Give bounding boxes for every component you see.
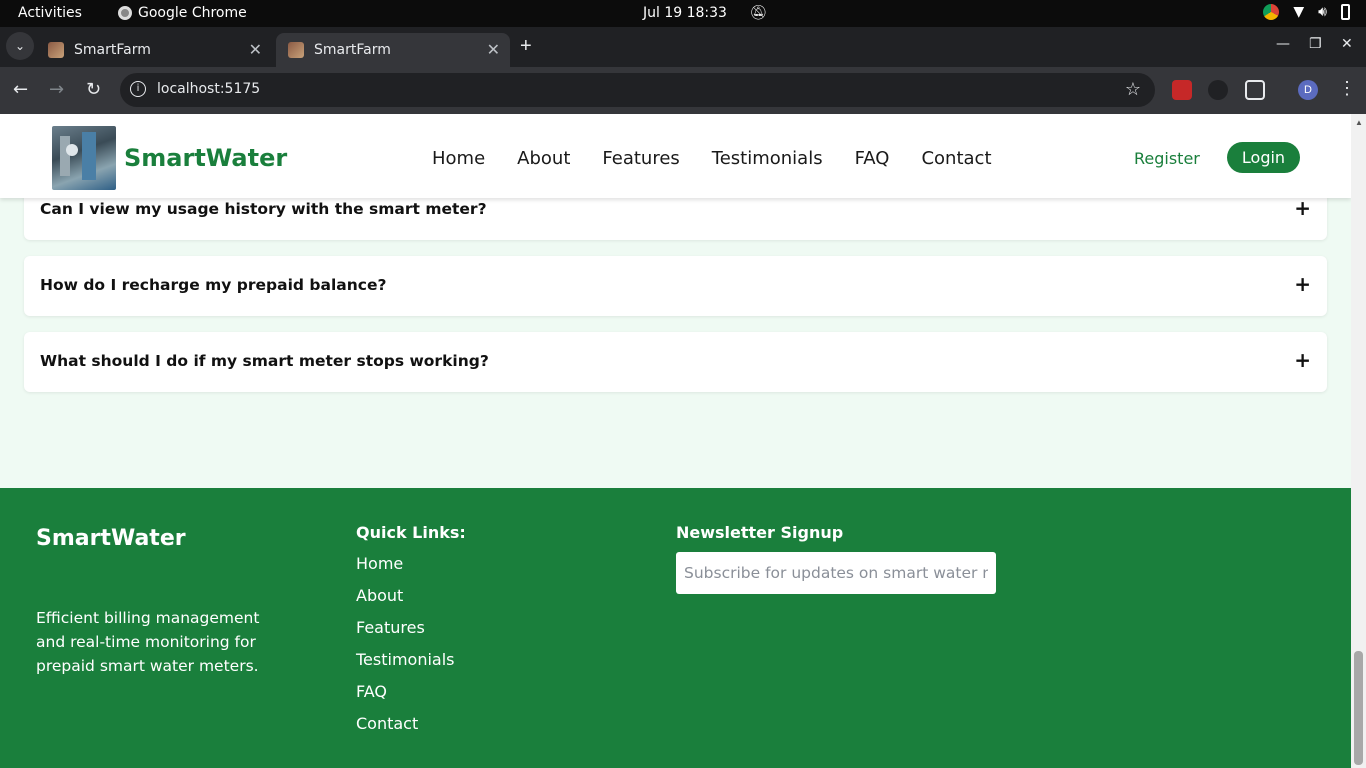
nav-about[interactable]: About <box>517 148 570 169</box>
nav-faq[interactable]: FAQ <box>855 148 890 169</box>
logo-image[interactable] <box>52 126 116 190</box>
faq-item[interactable]: How do I recharge my prepaid balance? + <box>24 256 1327 316</box>
chrome-icon <box>118 6 132 20</box>
tab-title: SmartFarm <box>74 42 151 58</box>
scroll-up-icon[interactable]: ▲ <box>1355 118 1363 127</box>
page-scrollbar[interactable]: ▲ <box>1351 114 1366 768</box>
nav-testimonials[interactable]: Testimonials <box>712 148 823 169</box>
logo-detail <box>66 144 78 156</box>
close-window-icon[interactable]: ✕ <box>1341 36 1353 52</box>
app-name-label: Google Chrome <box>138 5 247 21</box>
extension-icon[interactable] <box>1208 80 1228 100</box>
volume-icon: 🔊︎ <box>1318 4 1327 20</box>
nav-contact[interactable]: Contact <box>921 148 991 169</box>
site-header: SmartWater Home About Features Testimoni… <box>0 114 1351 198</box>
footer-link-about[interactable]: About <box>356 586 455 618</box>
menu-kebab-icon[interactable]: ⋮ <box>1338 78 1356 99</box>
forward-icon[interactable]: → <box>49 79 64 100</box>
faq-question: Can I view my usage history with the sma… <box>40 200 487 218</box>
quick-links-title: Quick Links: <box>356 523 466 542</box>
new-tab-icon[interactable]: + <box>520 35 532 58</box>
footer-link-testimonials[interactable]: Testimonials <box>356 650 455 682</box>
tab-search-button[interactable]: ⌄ <box>6 32 34 60</box>
chrome-tray-icon <box>1263 4 1280 20</box>
expand-plus-icon[interactable]: + <box>1294 196 1311 220</box>
main-nav: Home About Features Testimonials FAQ Con… <box>432 148 992 169</box>
wifi-icon: ▼ <box>1293 4 1305 20</box>
profile-avatar[interactable]: D <box>1298 80 1318 100</box>
browser-tab[interactable]: SmartFarm ✕ <box>36 33 272 67</box>
back-icon[interactable]: ← <box>13 79 28 100</box>
footer-link-contact[interactable]: Contact <box>356 714 455 746</box>
faq-item[interactable]: What should I do if my smart meter stops… <box>24 332 1327 392</box>
clock[interactable]: Jul 19 18:33 🔕︎ <box>643 5 767 21</box>
faq-question: How do I recharge my prepaid balance? <box>40 276 387 294</box>
url-text: localhost:5175 <box>157 81 261 97</box>
footer-link-features[interactable]: Features <box>356 618 455 650</box>
tab-strip: ⌄ SmartFarm ✕ SmartFarm ✕ + — ❐ ✕ <box>0 27 1366 67</box>
close-tab-icon[interactable]: ✕ <box>249 40 262 59</box>
close-tab-icon[interactable]: ✕ <box>487 40 500 59</box>
chevron-down-icon: ⌄ <box>14 39 26 53</box>
bookmark-star-icon[interactable]: ☆ <box>1125 79 1141 100</box>
reload-icon[interactable]: ↻ <box>86 79 101 100</box>
footer-link-faq[interactable]: FAQ <box>356 682 455 714</box>
login-button[interactable]: Login <box>1227 142 1300 173</box>
site-brand[interactable]: SmartWater <box>124 144 287 172</box>
expand-plus-icon[interactable]: + <box>1294 348 1311 372</box>
battery-icon <box>1341 4 1350 20</box>
app-menu[interactable]: Google Chrome <box>118 5 247 21</box>
extension-icon[interactable] <box>1172 80 1192 100</box>
site-footer: SmartWater Efficient billing management … <box>0 488 1351 768</box>
quick-links-list: Home About Features Testimonials FAQ Con… <box>356 554 455 746</box>
logo-detail <box>60 136 70 176</box>
expand-plus-icon[interactable]: + <box>1294 272 1311 296</box>
newsletter-email-input[interactable] <box>676 552 996 594</box>
clock-label: Jul 19 18:33 <box>643 5 727 21</box>
favicon-icon <box>48 42 64 58</box>
browser-toolbar: ← → ↻ i localhost:5175 ☆ D ⋮ <box>0 67 1366 114</box>
puzzle-icon[interactable] <box>1245 80 1265 100</box>
browser-tab-active[interactable]: SmartFarm ✕ <box>276 33 510 67</box>
footer-brand: SmartWater <box>36 526 186 551</box>
register-link[interactable]: Register <box>1134 149 1200 168</box>
newsletter-title: Newsletter Signup <box>676 523 844 542</box>
tab-title: SmartFarm <box>314 42 391 58</box>
activities-button[interactable]: Activities <box>18 5 82 21</box>
footer-link-home[interactable]: Home <box>356 554 455 586</box>
page-viewport: SmartWater Home About Features Testimoni… <box>0 114 1351 768</box>
logo-detail <box>82 132 96 180</box>
scrollbar-thumb[interactable] <box>1354 651 1363 765</box>
maximize-icon[interactable]: ❐ <box>1309 36 1322 52</box>
system-top-bar: Activities Google Chrome Jul 19 18:33 🔕︎… <box>0 0 1366 27</box>
faq-question: What should I do if my smart meter stops… <box>40 352 489 370</box>
site-info-icon[interactable]: i <box>130 81 146 97</box>
favicon-icon <box>288 42 304 58</box>
address-bar[interactable]: i localhost:5175 ☆ <box>120 73 1155 107</box>
notifications-off-icon: 🔕︎ <box>749 5 768 21</box>
footer-description: Efficient billing management and real-ti… <box>36 609 260 675</box>
nav-home[interactable]: Home <box>432 148 485 169</box>
nav-features[interactable]: Features <box>602 148 679 169</box>
system-tray[interactable]: ▼ 🔊︎ <box>1263 4 1350 20</box>
minimize-icon[interactable]: — <box>1276 36 1290 52</box>
